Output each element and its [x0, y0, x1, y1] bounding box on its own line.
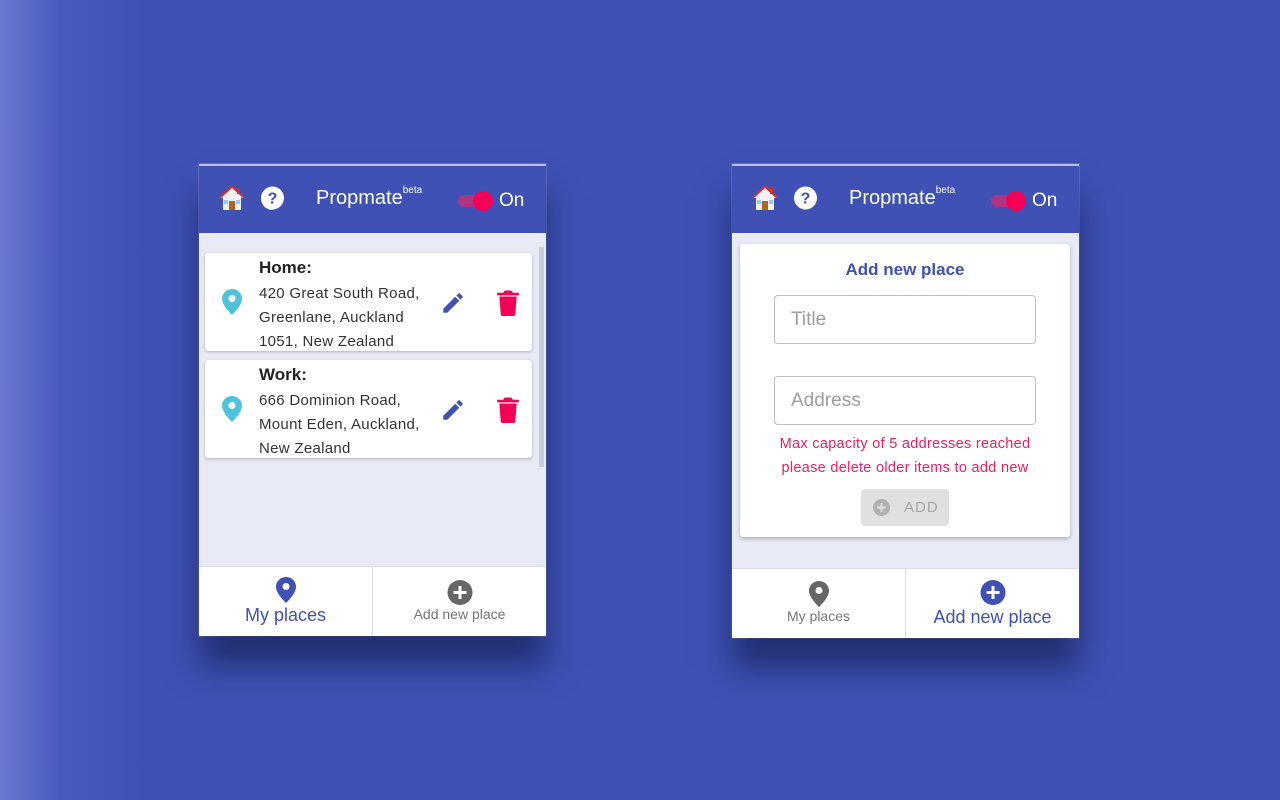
location-pin-icon [808, 581, 829, 607]
home-icon[interactable] [751, 184, 779, 212]
location-pin-icon [222, 396, 242, 422]
location-pin-icon [275, 577, 296, 603]
header: ? Propmatebeta On [199, 164, 546, 233]
help-icon[interactable]: ? [260, 186, 285, 211]
bottom-nav: My places Add new place [199, 566, 546, 636]
place-address: 666 Dominion Road, Mount Eden, Auckland,… [259, 392, 420, 457]
help-icon[interactable]: ? [793, 186, 818, 211]
nav-my-places[interactable]: My places [199, 567, 372, 636]
svg-text:?: ? [801, 191, 811, 208]
nav-add-new-place[interactable]: Add new place [905, 569, 1079, 638]
enable-toggle[interactable] [991, 191, 1027, 211]
add-circle-icon [980, 580, 1005, 605]
home-icon[interactable] [218, 184, 246, 212]
list-item: Home: 420 Great South Road, Greenlane, A… [205, 253, 532, 351]
nav-label: Add new place [413, 606, 506, 622]
delete-icon[interactable] [497, 290, 519, 316]
edit-icon[interactable] [440, 397, 466, 423]
bottom-nav: My places Add new place [732, 568, 1079, 638]
nav-add-new-place[interactable]: Add new place [372, 567, 546, 636]
place-address: 420 Great South Road, Greenlane, Aucklan… [259, 285, 420, 350]
address-input[interactable] [774, 376, 1036, 425]
error-message: Max capacity of 5 addresses reached plea… [779, 436, 1031, 476]
svg-text:?: ? [268, 191, 278, 208]
edit-icon[interactable] [440, 290, 466, 316]
toggle-label: On [499, 190, 525, 211]
nav-label: My places [786, 608, 851, 624]
nav-my-places[interactable]: My places [732, 569, 905, 638]
scrollbar[interactable] [539, 247, 544, 467]
nav-label: Add new place [933, 607, 1052, 627]
form-title: Add new place [845, 260, 965, 279]
brand-title: Propmatebeta [316, 185, 423, 209]
add-circle-icon [447, 580, 472, 605]
enable-toggle[interactable] [458, 191, 494, 211]
list-item: Work: 666 Dominion Road, Mount Eden, Auc… [205, 360, 532, 458]
brand-title: Propmatebeta [849, 185, 956, 209]
places-list: Home: 420 Great South Road, Greenlane, A… [199, 233, 546, 567]
title-input[interactable] [774, 295, 1036, 344]
nav-label: My places [244, 605, 327, 625]
place-name: Home: [259, 258, 312, 277]
popup-add-new-place: ? Propmatebeta On Add new place Max capa… [732, 164, 1079, 638]
popup-my-places: ? Propmatebeta On Home: 420 Great South … [199, 164, 546, 636]
place-name: Work: [259, 365, 307, 384]
add-circle-icon [873, 499, 890, 516]
toggle-label: On [1032, 190, 1058, 211]
add-button-label: ADD [904, 499, 939, 516]
delete-icon[interactable] [497, 397, 519, 423]
add-button[interactable]: ADD [861, 489, 949, 526]
header: ? Propmatebeta On [732, 164, 1079, 233]
location-pin-icon [222, 289, 242, 315]
add-place-form: Add new place Max capacity of 5 addresse… [740, 244, 1070, 537]
